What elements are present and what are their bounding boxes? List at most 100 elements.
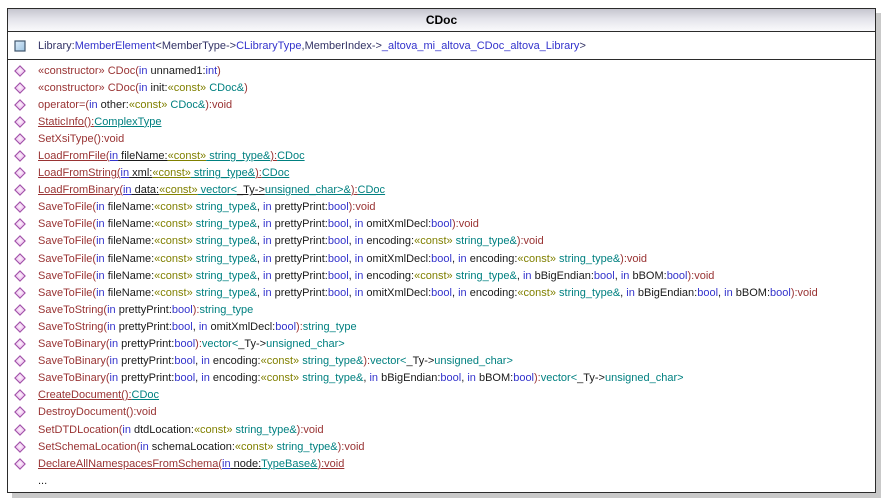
token: «const» (152, 167, 191, 179)
token: «const» (154, 287, 193, 299)
token: int (206, 65, 218, 77)
token: fileName: (105, 253, 155, 265)
token: «constructor» CDoc( (38, 82, 139, 94)
operation-row[interactable]: «constructor» CDoc(in unnamed1:int) (8, 62, 875, 79)
operation-diamond-icon (14, 424, 26, 436)
token: bool (174, 355, 195, 367)
operation-row[interactable]: StaticInfo():ComplexType (8, 113, 875, 130)
token: bool (770, 287, 791, 299)
operation-row[interactable]: operator=(in other:«const» CDoc&):void (8, 96, 875, 113)
operation-row[interactable]: LoadFromBinary(in data:«const» vector<_T… (8, 182, 875, 199)
operation-row[interactable]: SaveToBinary(in prettyPrint:bool, in enc… (8, 370, 875, 387)
token: fileName: (118, 150, 168, 162)
token: ):void (338, 441, 365, 453)
member-signature: SaveToFile(in fileName:«const» string_ty… (38, 270, 714, 282)
token: string_type& (193, 235, 257, 247)
token: ): (534, 372, 541, 384)
member-signature: LoadFromString(in xml:«const» string_typ… (38, 167, 289, 179)
operation-row[interactable]: SaveToFile(in fileName:«const» string_ty… (8, 250, 875, 267)
token: fileName: (105, 270, 155, 282)
operation-row[interactable]: DeclareAllNamespacesFromSchema(in node:T… (8, 455, 875, 472)
token: bBOM: (629, 270, 666, 282)
token: encoding: (363, 270, 414, 282)
operation-row[interactable]: DestroyDocument():void (8, 404, 875, 421)
token: prettyPrint: (272, 253, 328, 265)
operation-row[interactable]: SaveToBinary(in prettyPrint:bool):vector… (8, 336, 875, 353)
token: ):void (687, 270, 714, 282)
token: SaveToBinary( (38, 372, 110, 384)
operation-diamond-icon (14, 133, 26, 145)
token: SaveToFile( (38, 201, 96, 213)
token: CDoc (277, 150, 305, 162)
operation-row[interactable]: SaveToFile(in fileName:«const» string_ty… (8, 216, 875, 233)
operation-row[interactable]: SaveToString(in prettyPrint:bool):string… (8, 301, 875, 318)
token: schemaLocation: (149, 441, 235, 453)
token: prettyPrint: (272, 201, 328, 213)
attribute-row[interactable]: Library:MemberElement<MemberType->CLibra… (8, 37, 875, 54)
token: «const» (194, 424, 233, 436)
operation-row[interactable]: SaveToString(in prettyPrint:bool, in omi… (8, 318, 875, 335)
token: «constructor» CDoc( (38, 65, 139, 77)
token: bool (328, 253, 349, 265)
token: in (263, 270, 272, 282)
token: string_type& (193, 201, 257, 213)
token: bool (667, 270, 688, 282)
operation-row[interactable]: SaveToFile(in fileName:«const» string_ty… (8, 233, 875, 250)
token: in (201, 355, 210, 367)
token: TypeBase& (261, 458, 317, 470)
member-signature: SetSchemaLocation(in schemaLocation:«con… (38, 441, 365, 453)
operation-diamond-icon (14, 218, 26, 230)
member-signature: SaveToBinary(in prettyPrint:bool, in enc… (38, 355, 513, 367)
operation-row[interactable]: «constructor» CDoc(in init:«const» CDoc&… (8, 79, 875, 96)
member-signature: CreateDocument():CDoc (38, 389, 159, 401)
token: bool (172, 321, 193, 333)
token: DeclareAllNamespacesFromSchema( (38, 458, 222, 470)
token: bool (431, 287, 452, 299)
token: «const» (154, 201, 193, 213)
token: in (263, 201, 272, 213)
token: vector< (541, 372, 577, 384)
token: LoadFromBinary( (38, 184, 123, 196)
token: in (96, 235, 105, 247)
operation-row[interactable]: LoadFromString(in xml:«const» string_typ… (8, 165, 875, 182)
operation-row[interactable]: SaveToFile(in fileName:«const» string_ty… (8, 267, 875, 284)
token: SaveToFile( (38, 287, 96, 299)
operation-diamond-icon (14, 355, 26, 367)
token: string_type& (453, 235, 517, 247)
token: bool (697, 287, 718, 299)
token: in (107, 321, 116, 333)
token: string_type& (193, 253, 257, 265)
token: _Ty-> (577, 372, 605, 384)
token: bool (172, 304, 193, 316)
token: SaveToBinary( (38, 355, 110, 367)
token: operator=( (38, 99, 89, 111)
token: DestroyDocument():void (38, 406, 157, 418)
token: ... (38, 475, 47, 487)
operation-row[interactable]: SaveToFile(in fileName:«const» string_ty… (8, 199, 875, 216)
member-signature: SaveToBinary(in prettyPrint:bool, in enc… (38, 372, 684, 384)
token: in (201, 372, 210, 384)
member-signature: SaveToString(in prettyPrint:bool, in omi… (38, 321, 357, 333)
member-signature: SaveToFile(in fileName:«const» string_ty… (38, 287, 818, 299)
operation-row[interactable]: SetSchemaLocation(in schemaLocation:«con… (8, 438, 875, 455)
token: bool (328, 270, 349, 282)
token: in (263, 287, 272, 299)
operation-row[interactable]: SetDTDLocation(in dtdLocation:«const» st… (8, 421, 875, 438)
token: LoadFromFile( (38, 150, 110, 162)
token: «const» (168, 150, 207, 162)
token: CDoc& (206, 82, 244, 94)
token: _Ty-> (406, 355, 434, 367)
token: ):void (452, 218, 479, 230)
token: omitXmlDecl: (363, 253, 431, 265)
token: bool (594, 270, 615, 282)
token: string_type& (299, 355, 363, 367)
operation-row[interactable]: SaveToFile(in fileName:«const» string_ty… (8, 284, 875, 301)
token: ComplexType (94, 116, 161, 128)
operation-row[interactable]: SaveToBinary(in prettyPrint:bool, in enc… (8, 353, 875, 370)
token: bool (328, 201, 349, 213)
operation-row[interactable]: SetXsiType():void (8, 130, 875, 147)
operation-row[interactable]: CreateDocument():CDoc (8, 387, 875, 404)
operation-row[interactable]: LoadFromFile(in fileName:«const» string_… (8, 147, 875, 164)
token: in (263, 235, 272, 247)
operations-compartment: «constructor» CDoc(in unnamed1:int)«cons… (8, 60, 875, 489)
